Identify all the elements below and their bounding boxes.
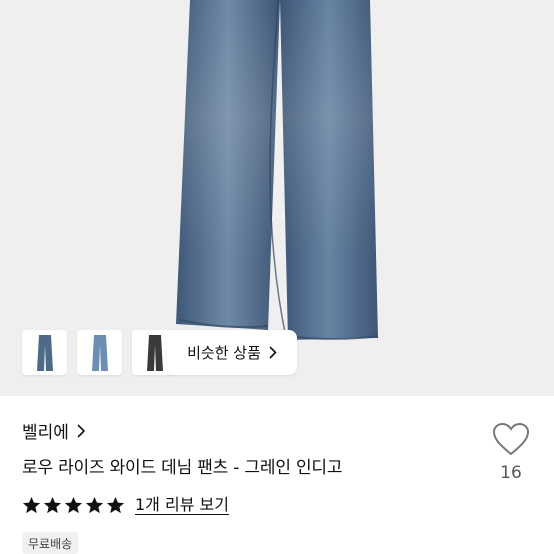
similar-products-label: 비슷한 상품	[187, 344, 261, 362]
brand-name: 벨리에	[22, 423, 69, 443]
chevron-right-icon	[77, 423, 85, 438]
rating-row: 1개 리뷰 보기	[22, 495, 229, 515]
like-button[interactable]	[492, 422, 530, 458]
star-icon	[106, 496, 125, 513]
thumb-black-jeans-icon	[146, 334, 163, 371]
free-shipping-badge: 무료배송	[22, 532, 79, 554]
star-icon	[22, 496, 41, 513]
like-count: 16	[500, 463, 522, 483]
thumbnail-light-blue[interactable]	[77, 330, 122, 375]
product-image-area[interactable]: 비슷한 상품	[0, 0, 554, 396]
brand-link[interactable]: 벨리에	[22, 418, 85, 443]
thumbnail-list	[22, 330, 177, 375]
thumb-light-blue-jeans-icon	[91, 334, 108, 371]
star-icon	[43, 496, 62, 513]
thumbnail-indigo[interactable]	[22, 330, 67, 375]
similar-products-button[interactable]: 비슷한 상품	[167, 330, 297, 375]
star-rating	[22, 496, 125, 515]
star-icon	[64, 496, 83, 513]
chevron-right-icon	[269, 346, 277, 359]
star-icon	[85, 496, 104, 513]
thumb-indigo-jeans-icon	[36, 334, 53, 371]
review-link[interactable]: 1개 리뷰 보기	[135, 495, 229, 515]
product-title: 로우 라이즈 와이드 데님 팬츠 - 그레인 인디고	[22, 458, 343, 478]
heart-icon	[492, 422, 530, 456]
